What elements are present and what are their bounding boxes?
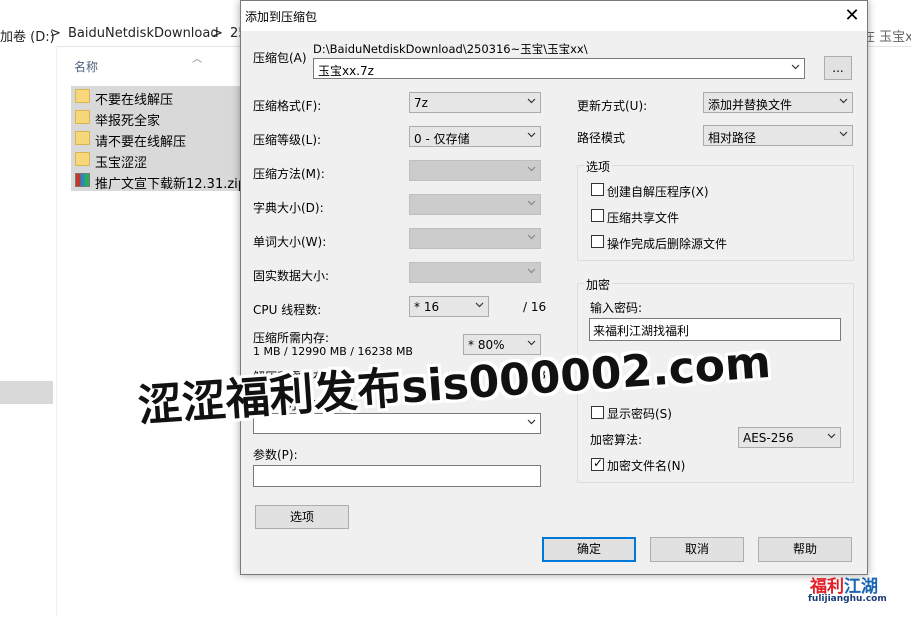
file-name: 举报死全家	[95, 114, 161, 129]
word-size-select[interactable]	[409, 228, 541, 249]
file-name: 玉宝涩涩	[95, 156, 148, 171]
path-mode-label: 路径模式	[577, 131, 626, 145]
breadcrumb-separator: >	[50, 26, 61, 41]
logo-domain: fulijianghu.com	[808, 594, 887, 604]
chevron-down-icon	[475, 302, 484, 308]
threads-label: CPU 线程数:	[253, 303, 322, 317]
cancel-button[interactable]: 取消	[650, 537, 744, 562]
ok-button[interactable]: 确定	[542, 537, 636, 562]
level-value: 0 - 仅存储	[414, 132, 470, 146]
add-to-archive-dialog: 添加到压缩包 ✕ 压缩包(A) D:\BaiduNetdiskDownload\…	[240, 0, 868, 575]
show-password-label[interactable]: 显示密码(S)	[607, 405, 672, 422]
chevron-down-icon	[827, 433, 836, 439]
site-logo: 福利江湖 fulijianghu.com	[808, 572, 904, 610]
update-mode-value: 添加并替换文件	[708, 98, 793, 112]
method-label: 压缩方法(M):	[253, 167, 325, 181]
close-icon[interactable]: ✕	[837, 2, 867, 30]
sort-up-icon[interactable]: ︿	[192, 50, 202, 65]
archive-name-value: 玉宝xx.7z	[318, 64, 374, 78]
memory-label: 压缩所需内存:	[253, 331, 330, 345]
column-header-name[interactable]: 名称	[74, 58, 98, 75]
file-name: 请不要在线解压	[95, 135, 187, 150]
folder-icon	[75, 131, 90, 145]
chevron-down-icon	[527, 166, 536, 172]
chevron-down-icon	[527, 419, 536, 425]
chevron-down-icon	[791, 64, 800, 70]
dialog-titlebar[interactable]: 添加到压缩包 ✕	[241, 1, 867, 31]
encryption-method-value: AES-256	[743, 431, 794, 445]
file-row[interactable]: 不要在线解压	[71, 86, 240, 108]
zip-archive-icon	[75, 173, 90, 187]
archive-label: 压缩包(A)	[253, 51, 307, 65]
help-button[interactable]: 帮助	[758, 537, 852, 562]
browse-button[interactable]: ...	[824, 56, 852, 80]
method-select[interactable]	[409, 160, 541, 181]
encryption-group-title: 加密	[584, 276, 613, 293]
update-mode-label: 更新方式(U):	[577, 99, 648, 113]
file-name: 推广文宣下载新12.31.zip	[95, 177, 247, 192]
format-label: 压缩格式(F):	[253, 99, 322, 113]
solid-size-select[interactable]	[409, 262, 541, 283]
checkmark-icon: ✓	[593, 456, 604, 470]
folder-icon	[75, 110, 90, 124]
parameters-label: 参数(P):	[253, 448, 298, 462]
level-label: 压缩等级(L):	[253, 133, 322, 147]
archive-name-combo[interactable]: 玉宝xx.7z	[313, 58, 805, 79]
options-button[interactable]: 选项	[255, 505, 349, 529]
delete-after-label[interactable]: 操作完成后删除源文件	[607, 235, 727, 252]
dictionary-select[interactable]	[409, 194, 541, 215]
encryption-method-select[interactable]: AES-256	[738, 427, 841, 448]
threads-value: * 16	[414, 300, 440, 314]
dialog-title: 添加到压缩包	[245, 10, 318, 24]
breadcrumb-separator: >	[212, 26, 223, 41]
sfx-checkbox[interactable]	[591, 183, 604, 196]
options-group-title: 选项	[584, 158, 613, 175]
format-value: 7z	[414, 96, 428, 110]
encryption-method-label: 加密算法:	[590, 433, 643, 447]
shared-files-checkbox[interactable]	[591, 209, 604, 222]
chevron-down-icon	[527, 200, 536, 206]
path-mode-value: 相对路径	[708, 131, 757, 145]
shared-files-label[interactable]: 压缩共享文件	[607, 209, 679, 226]
file-row[interactable]: 举报死全家	[71, 107, 240, 129]
navigation-selected-item[interactable]	[0, 381, 53, 404]
chevron-down-icon	[527, 234, 536, 240]
breadcrumb-drive[interactable]: 加卷 (D:)	[0, 26, 55, 45]
file-row[interactable]: 请不要在线解压	[71, 128, 240, 150]
chevron-down-icon	[839, 131, 848, 137]
dictionary-label: 字典大小(D):	[253, 201, 324, 215]
archive-path: D:\BaiduNetdiskDownload\250316~玉宝\玉宝xx\	[313, 42, 588, 56]
folder-icon	[75, 152, 90, 166]
word-size-label: 单词大小(W):	[253, 235, 327, 249]
delete-after-checkbox[interactable]	[591, 235, 604, 248]
explorer-search-box[interactable]: 在 玉宝x	[862, 26, 911, 45]
level-select[interactable]: 0 - 仅存储	[409, 126, 541, 147]
threads-select[interactable]: * 16	[409, 296, 489, 317]
chevron-down-icon	[527, 98, 536, 104]
password-label: 输入密码:	[590, 301, 643, 315]
encrypt-names-checkbox[interactable]: ✓	[591, 456, 604, 471]
show-password-checkbox[interactable]	[591, 406, 604, 419]
chevron-down-icon	[527, 132, 536, 138]
update-mode-select[interactable]: 添加并替换文件	[703, 92, 853, 113]
chevron-down-icon	[839, 98, 848, 104]
encrypt-names-label[interactable]: 加密文件名(N)	[607, 457, 685, 474]
parameters-input[interactable]	[253, 465, 541, 487]
navigation-pane	[0, 46, 57, 617]
file-row[interactable]: 玉宝涩涩	[71, 149, 240, 171]
file-row[interactable]: 推广文宣下载新12.31.zip	[71, 170, 246, 192]
file-name: 不要在线解压	[95, 93, 174, 108]
solid-size-label: 固实数据大小:	[253, 269, 330, 283]
breadcrumb-folder[interactable]: BaiduNetdiskDownload	[68, 26, 219, 41]
path-mode-select[interactable]: 相对路径	[703, 125, 853, 146]
format-select[interactable]: 7z	[409, 92, 541, 113]
threads-max: / 16	[523, 300, 547, 314]
sfx-label[interactable]: 创建自解压程序(X)	[607, 183, 709, 200]
chevron-down-icon	[527, 268, 536, 274]
folder-icon	[75, 89, 90, 103]
